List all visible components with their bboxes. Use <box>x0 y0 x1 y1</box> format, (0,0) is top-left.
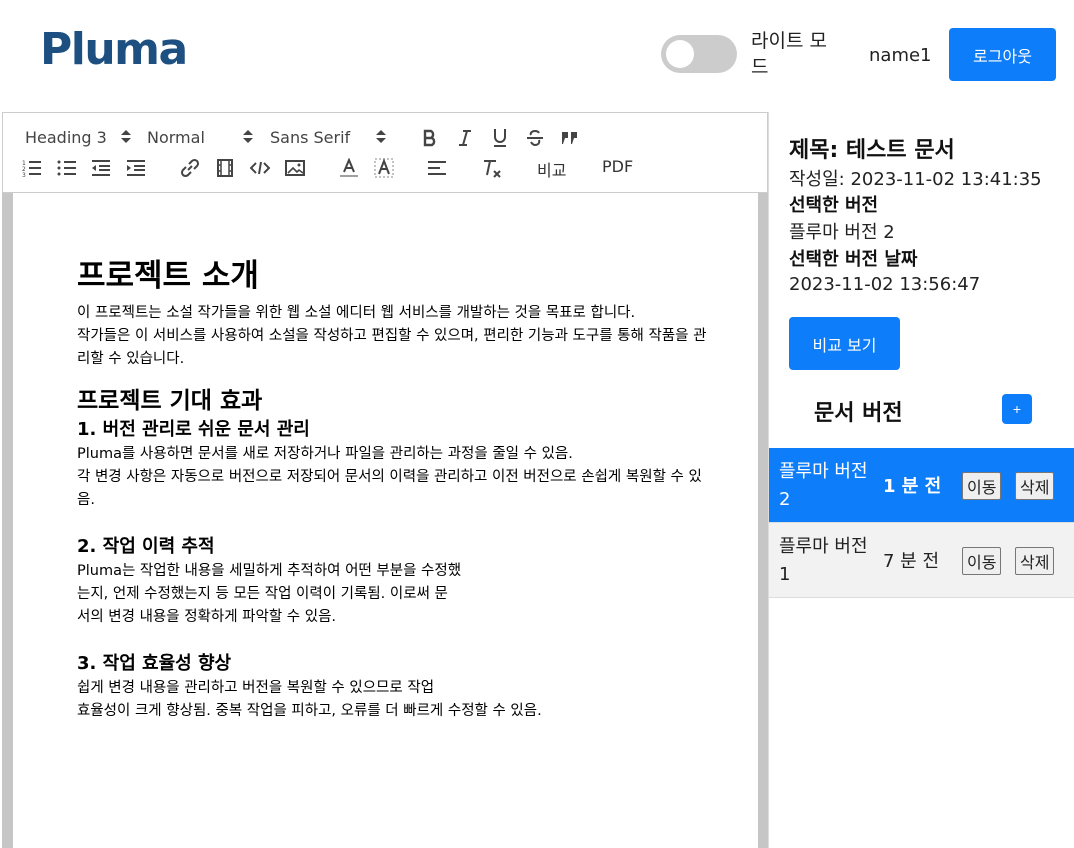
code-icon[interactable] <box>249 157 271 179</box>
doc-paragraph: 서의 변경 내용을 정확하게 파악할 수 있음. <box>77 609 337 625</box>
heading-select[interactable]: Heading 3 <box>25 125 131 149</box>
doc-paragraph: 작가들은 이 서비스를 사용하여 소설을 작성하고 편집할 수 있으며, 편리한… <box>77 328 707 367</box>
username-label: name1 <box>869 45 932 66</box>
bullet-list-icon[interactable] <box>56 157 78 179</box>
italic-icon[interactable] <box>454 127 476 149</box>
doc-blank-line <box>77 512 707 534</box>
theme-toggle[interactable] <box>661 35 737 73</box>
selected-version-value: 플루마 버전 2 <box>789 222 895 243</box>
compare-toolbar-button[interactable]: 비교 <box>537 157 566 180</box>
app-logo[interactable]: Pluma <box>40 24 188 75</box>
compare-view-button[interactable]: 비교 보기 <box>789 317 900 370</box>
version-name: 플루마 버전 2 <box>779 461 868 510</box>
delete-version-button[interactable]: 삭제 <box>1015 547 1055 575</box>
editor-canvas: 프로젝트 소개 이 프로젝트는 소설 작가들을 위한 웹 소설 에디터 웹 서비… <box>2 193 768 848</box>
doc-paragraph: 는지, 언제 수정했는지 등 모든 작업 이력이 기록됨. 이로써 문 <box>77 586 448 602</box>
video-icon[interactable] <box>214 157 236 179</box>
doc-heading-2: 프로젝트 기대 효과 <box>77 388 263 414</box>
clean-format-icon[interactable] <box>481 157 503 179</box>
heading-select-value: Heading 3 <box>25 127 107 147</box>
underline-icon[interactable] <box>489 127 511 149</box>
toggle-knob <box>666 40 694 68</box>
blockquote-icon[interactable] <box>559 127 581 149</box>
link-icon[interactable] <box>179 157 201 179</box>
align-icon[interactable] <box>426 157 448 179</box>
doc-paragraph: 쉽게 변경 내용을 관리하고 버전을 복원할 수 있으므로 작업 <box>77 680 435 696</box>
svg-text:3: 3 <box>22 172 26 177</box>
logout-button[interactable]: 로그아웃 <box>949 28 1056 81</box>
doc-heading-3: 1. 버전 관리로 쉬운 문서 관리 <box>77 419 310 440</box>
bold-icon[interactable] <box>419 127 441 149</box>
doc-paragraph: 각 변경 사항은 자동으로 버전으로 저장되어 문서의 이력을 관리하고 이전 … <box>77 469 702 508</box>
version-row[interactable]: 플루마 버전 2 1 분 전 이동 삭제 <box>769 448 1074 523</box>
move-version-button[interactable]: 이동 <box>962 547 1002 575</box>
font-select-value: Sans Serif <box>270 127 351 147</box>
background-color-icon[interactable] <box>373 157 395 179</box>
selected-version-label: 선택한 버전 <box>789 195 879 216</box>
ordered-list-icon[interactable]: 123 <box>21 157 43 179</box>
indent-icon[interactable] <box>125 157 147 179</box>
doc-paragraph: Pluma는 작업한 내용을 세밀하게 추적하여 어떤 부분을 수정했 <box>77 563 462 579</box>
pdf-export-button[interactable]: PDF <box>602 157 633 179</box>
selected-date-value: 2023-11-02 13:56:47 <box>789 274 981 295</box>
document-title: 제목: 테스트 문서 <box>789 138 955 163</box>
size-select-value: Normal <box>147 127 205 147</box>
created-date: 작성일: 2023-11-02 13:41:35 <box>789 169 1042 190</box>
chevron-updown-icon <box>376 128 386 146</box>
editor-toolbar: Heading 3 Normal Sans Serif 123 비교 PDF <box>2 112 768 193</box>
strike-icon[interactable] <box>524 127 546 149</box>
version-name: 플루마 버전 1 <box>779 536 868 585</box>
font-color-icon[interactable] <box>338 157 360 179</box>
doc-paragraph: 이 프로젝트는 소설 작가들을 위한 웹 소설 에디터 웹 서비스를 개발하는 … <box>77 305 636 321</box>
document-content[interactable]: 프로젝트 소개 이 프로젝트는 소설 작가들을 위한 웹 소설 에디터 웹 서비… <box>77 255 707 723</box>
outdent-icon[interactable] <box>90 157 112 179</box>
theme-mode-label: 라이트 모드 <box>751 30 827 78</box>
doc-paragraph: 효율성이 크게 향상됨. 중복 작업을 피하고, 오류를 더 빠르게 수정할 수… <box>77 703 542 719</box>
selected-date-label: 선택한 버전 날짜 <box>789 249 918 270</box>
version-row[interactable]: 플루마 버전 1 7 분 전 이동 삭제 <box>769 523 1074 598</box>
app-header: Pluma 라이트 모드 name1 로그아웃 <box>0 0 1074 112</box>
chevron-updown-icon <box>121 128 131 146</box>
document-page[interactable]: 프로젝트 소개 이 프로젝트는 소설 작가들을 위한 웹 소설 에디터 웹 서비… <box>13 193 758 848</box>
doc-heading-3: 3. 작업 효율성 향상 <box>77 653 232 674</box>
version-time: 7 분 전 <box>883 551 940 572</box>
doc-blank-line <box>77 629 707 651</box>
add-version-button[interactable]: + <box>1002 394 1032 424</box>
versions-heading: 문서 버전 <box>814 401 903 426</box>
doc-paragraph: Pluma를 사용하면 문서를 새로 저장하거나 파일을 관리하는 과정을 줄일… <box>77 446 573 462</box>
version-time: 1 분 전 <box>883 476 942 497</box>
size-select[interactable]: Normal <box>147 125 253 149</box>
doc-heading-1: 프로젝트 소개 <box>77 258 259 294</box>
doc-heading-3: 2. 작업 이력 추적 <box>77 536 215 557</box>
image-icon[interactable] <box>284 157 306 179</box>
font-select[interactable]: Sans Serif <box>270 125 386 149</box>
delete-version-button[interactable]: 삭제 <box>1015 472 1055 500</box>
version-side-panel: 제목: 테스트 문서 작성일: 2023-11-02 13:41:35 선택한 … <box>768 112 1074 848</box>
chevron-updown-icon <box>243 128 253 146</box>
editor: Heading 3 Normal Sans Serif 123 비교 PDF 프… <box>2 112 768 848</box>
move-version-button[interactable]: 이동 <box>962 472 1002 500</box>
